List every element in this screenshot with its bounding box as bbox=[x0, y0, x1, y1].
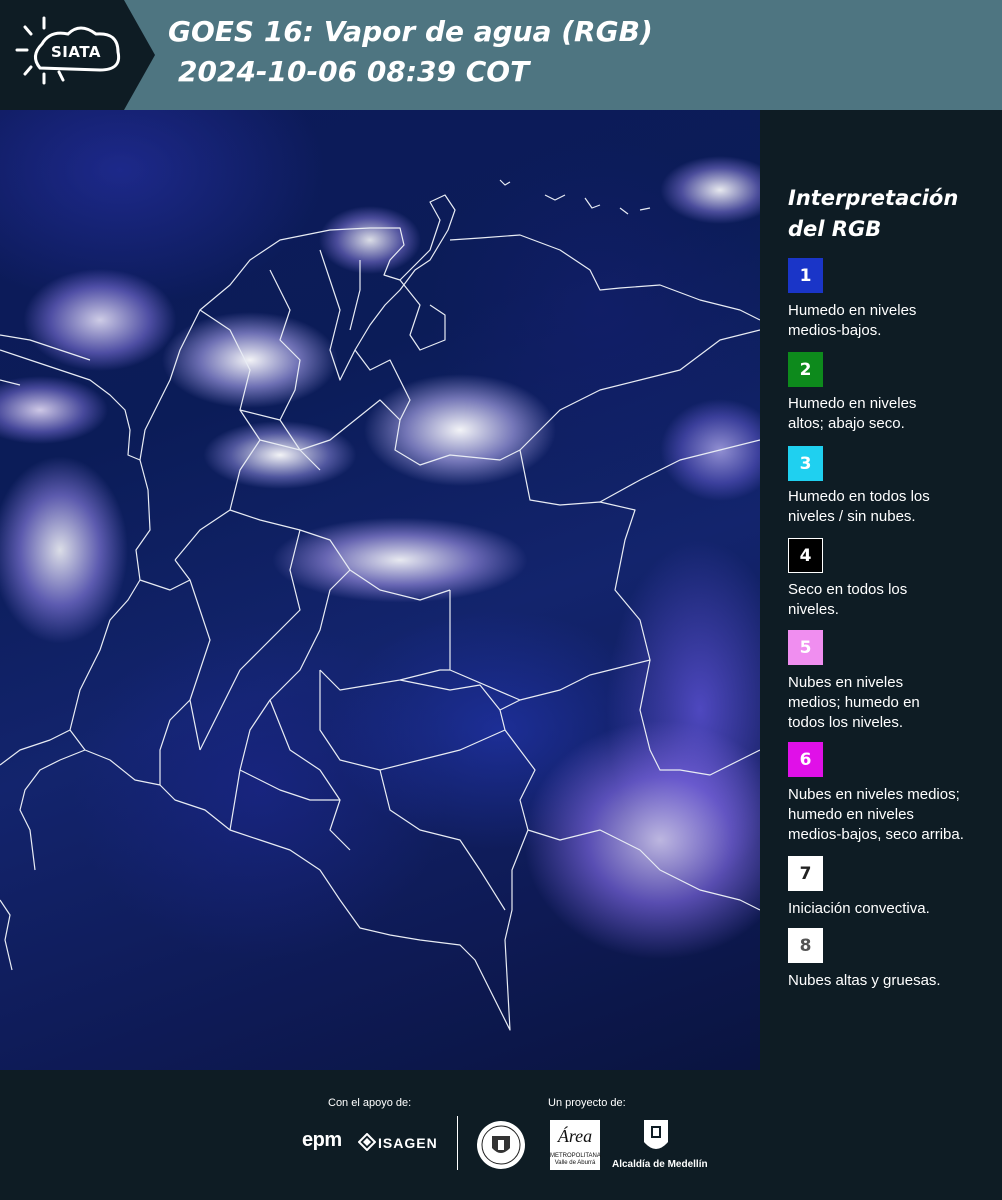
legend-text-5-line3: todos los niveles. bbox=[788, 714, 904, 731]
header-bar: SIATA GOES 16: Vapor de agua (RGB) 2024-… bbox=[0, 0, 1002, 110]
area-metropolitana-text: METROPOLITANA Valle de Aburrá bbox=[550, 1153, 601, 1167]
legend-number-1: 1 bbox=[799, 265, 812, 286]
legend-text-2: Humedo en niveles altos; abajo seco. bbox=[788, 394, 988, 434]
university-seal-icon bbox=[477, 1121, 525, 1169]
legend-text-5-line2: medios; humedo en bbox=[788, 694, 920, 711]
area-metropolitana-logo: Área METROPOLITANA Valle de Aburrá bbox=[550, 1120, 601, 1170]
legend-text-6-line1: Nubes en niveles medios; bbox=[788, 786, 960, 803]
legend-text-3-line2: niveles / sin nubes. bbox=[788, 508, 916, 525]
legend-swatch-7: 7 bbox=[788, 856, 823, 891]
epm-logo: epm bbox=[302, 1129, 342, 1151]
project-label: Un proyecto de: bbox=[548, 1097, 626, 1109]
legend-text-5: Nubes en niveles medios; humedo en todos… bbox=[788, 673, 988, 733]
alcaldia-shield-icon bbox=[644, 1120, 668, 1149]
legend-text-1-line2: medios-bajos. bbox=[788, 322, 882, 339]
page-title: GOES 16: Vapor de agua (RGB) bbox=[168, 15, 653, 48]
legend-text-1: Humedo en niveles medios-bajos. bbox=[788, 301, 988, 341]
legend-text-2-line1: Humedo en niveles bbox=[788, 395, 917, 412]
legend-swatch-1: 1 bbox=[788, 258, 823, 293]
legend-text-4: Seco en todos los niveles. bbox=[788, 580, 988, 620]
legend-text-5-line1: Nubes en niveles bbox=[788, 674, 904, 691]
alcaldia-logo-text: Alcaldía de Medellín bbox=[612, 1159, 708, 1170]
legend-text-8: Nubes altas y gruesas. bbox=[788, 971, 988, 991]
legend-number-8: 8 bbox=[799, 935, 812, 956]
legend-text-8-line1: Nubes altas y gruesas. bbox=[788, 972, 941, 989]
legend-text-7-line1: Iniciación convectiva. bbox=[788, 900, 930, 917]
legend-text-1-line1: Humedo en niveles bbox=[788, 302, 917, 319]
legend-title-line2: del RGB bbox=[788, 217, 882, 241]
legend-swatch-5: 5 bbox=[788, 630, 823, 665]
siata-logo-text: SIATA bbox=[50, 43, 101, 61]
legend-number-3: 3 bbox=[799, 453, 812, 474]
area-metropolitana-mark: Área bbox=[557, 1126, 593, 1146]
legend-text-6: Nubes en niveles medios; humedo en nivel… bbox=[788, 785, 988, 845]
isagen-logo-icon bbox=[358, 1133, 376, 1151]
legend-title-line1: Interpretación bbox=[788, 186, 959, 210]
legend-number-2: 2 bbox=[799, 359, 812, 380]
legend-swatch-3: 3 bbox=[788, 446, 823, 481]
legend-number-7: 7 bbox=[799, 863, 812, 884]
legend-swatch-4: 4 bbox=[788, 538, 823, 573]
legend-text-4-line2: niveles. bbox=[788, 601, 839, 618]
siata-logo: SIATA bbox=[0, 0, 155, 110]
legend-text-4-line1: Seco en todos los bbox=[788, 581, 908, 598]
isagen-logo: ISAGEN bbox=[378, 1135, 438, 1151]
timestamp: 2024-10-06 08:39 COT bbox=[178, 55, 530, 88]
legend-swatch-2: 2 bbox=[788, 352, 823, 387]
country-borders bbox=[0, 179, 760, 1031]
legend-number-4: 4 bbox=[799, 545, 812, 566]
area-metropolitana-line2: Valle de Aburrá bbox=[554, 1160, 596, 1166]
legend-swatch-6: 6 bbox=[788, 742, 823, 777]
legend-text-3: Humedo en todos los niveles / sin nubes. bbox=[788, 487, 988, 527]
legend-number-5: 5 bbox=[799, 637, 812, 658]
legend-text-6-line2: humedo en niveles bbox=[788, 806, 914, 823]
legend-number-6: 6 bbox=[799, 749, 812, 770]
legend-title: Interpretación del RGB bbox=[788, 183, 988, 245]
area-metropolitana-line1: METROPOLITANA bbox=[550, 1153, 601, 1159]
legend-text-6-line3: medios-bajos, seco arriba. bbox=[788, 826, 964, 843]
footer-divider bbox=[457, 1116, 458, 1170]
support-label: Con el apoyo de: bbox=[328, 1097, 412, 1109]
legend-text-3-line1: Humedo en todos los bbox=[788, 488, 930, 505]
legend-text-7: Iniciación convectiva. bbox=[788, 899, 988, 919]
satellite-image bbox=[0, 110, 760, 1070]
legend-text-2-line2: altos; abajo seco. bbox=[788, 415, 905, 432]
legend-swatch-8: 8 bbox=[788, 928, 823, 963]
